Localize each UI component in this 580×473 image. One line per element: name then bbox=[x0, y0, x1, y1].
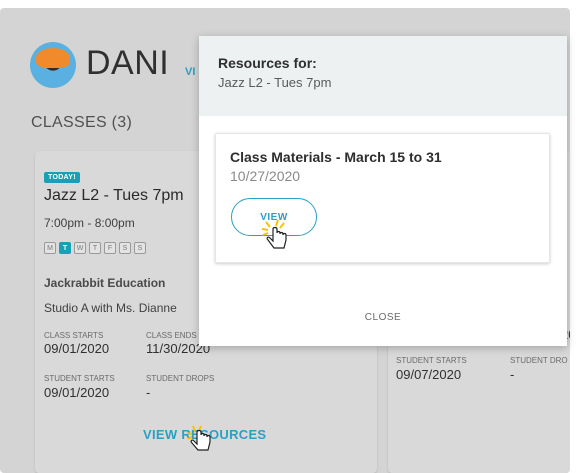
class-title: Jazz L2 - Tues 7pm bbox=[44, 187, 184, 204]
avatar bbox=[30, 42, 76, 88]
student-starts-value: 09/01/2020 bbox=[44, 385, 110, 400]
student-starts-label: STUDENT STARTS bbox=[396, 356, 467, 365]
student-drops-value: - bbox=[146, 385, 151, 400]
day-tuesday: T bbox=[59, 242, 71, 254]
organization-name: Jackrabbit Education bbox=[44, 276, 166, 290]
class-starts-label: CLASS STARTS bbox=[44, 331, 104, 340]
resource-date: 10/27/2020 bbox=[230, 168, 301, 184]
day-saturday: S bbox=[119, 242, 131, 254]
student-drops-value: - bbox=[510, 367, 515, 382]
resources-modal: Resources for: Jazz L2 - Tues 7pm Class … bbox=[199, 36, 567, 346]
modal-subtitle: Jazz L2 - Tues 7pm bbox=[218, 75, 332, 90]
close-button[interactable]: CLOSE bbox=[199, 312, 567, 323]
day-thursday: T bbox=[89, 242, 101, 254]
class-days: M T W T F S S bbox=[44, 242, 146, 254]
hand-pointer-cursor-icon bbox=[262, 220, 287, 249]
modal-header: Resources for: Jazz L2 - Tues 7pm bbox=[199, 36, 567, 116]
resource-title: Class Materials - March 15 to 31 bbox=[230, 149, 442, 165]
classes-heading: CLASSES (3) bbox=[31, 114, 133, 131]
day-wednesday: W bbox=[74, 242, 86, 254]
day-sunday: S bbox=[134, 242, 146, 254]
class-ends-label: CLASS ENDS bbox=[146, 331, 197, 340]
student-drops-label: STUDENT DROPS bbox=[146, 374, 215, 383]
day-friday: F bbox=[104, 242, 116, 254]
student-view-link[interactable]: VI bbox=[185, 66, 195, 78]
student-starts-value: 09/07/2020 bbox=[396, 367, 462, 382]
class-time: 7:00pm - 8:00pm bbox=[44, 216, 135, 230]
hand-pointer-cursor-icon bbox=[186, 425, 211, 451]
day-monday: M bbox=[44, 242, 56, 254]
resource-card: Class Materials - March 15 to 31 10/27/2… bbox=[215, 133, 550, 263]
student-name: DANI bbox=[86, 44, 170, 82]
student-starts-label: STUDENT STARTS bbox=[44, 374, 115, 383]
modal-title: Resources for: bbox=[218, 55, 317, 71]
student-drops-label: STUDENT DRO bbox=[510, 356, 568, 365]
today-badge: TODAY! bbox=[44, 172, 80, 183]
class-starts-value: 09/01/2020 bbox=[44, 341, 110, 356]
class-location: Studio A with Ms. Dianne bbox=[44, 301, 177, 315]
